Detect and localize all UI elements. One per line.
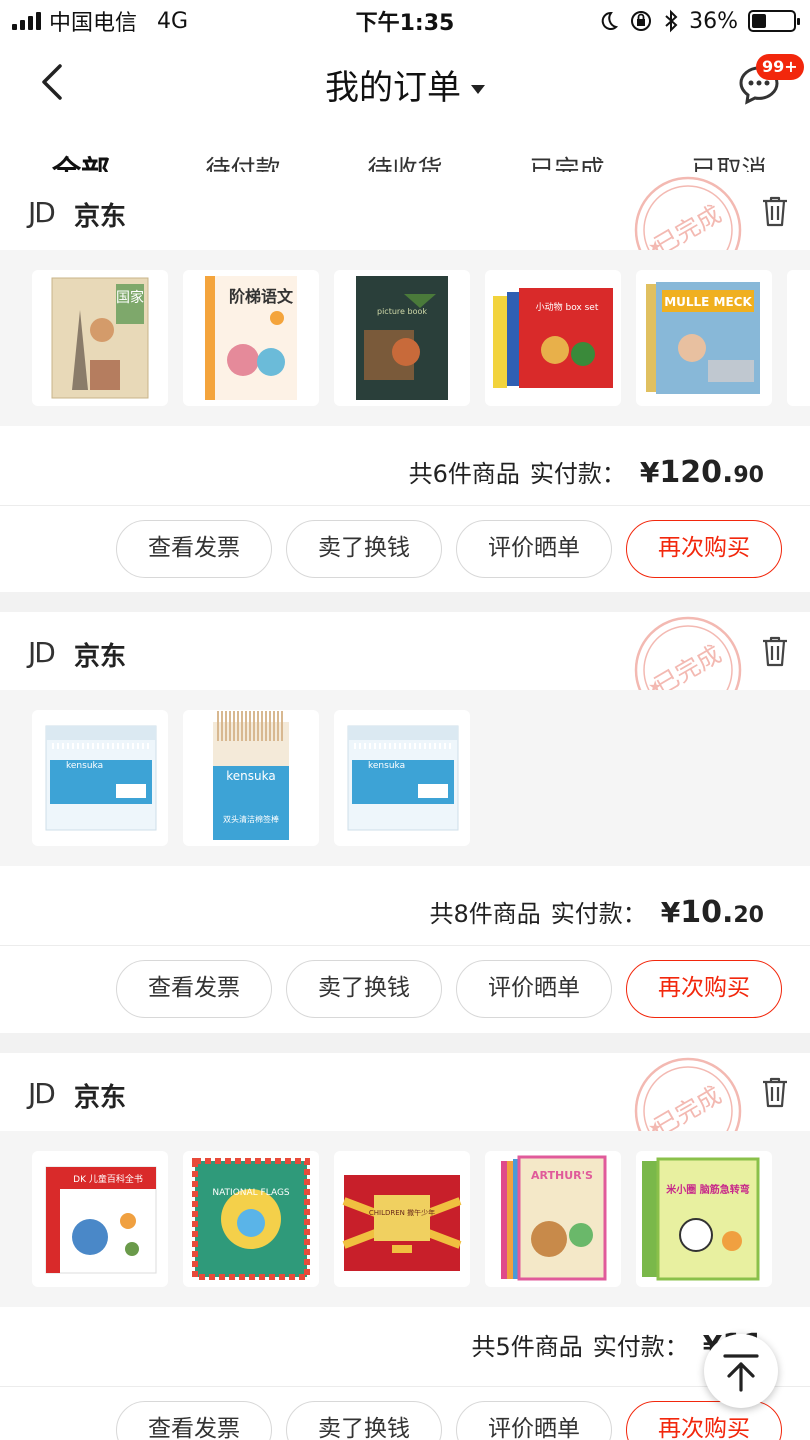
product-title: ARTHUR'S bbox=[531, 1169, 593, 1182]
divider bbox=[0, 505, 810, 506]
sell-for-cash-button[interactable]: 卖了换钱 bbox=[286, 1401, 442, 1440]
sell-for-cash-button[interactable]: 卖了换钱 bbox=[286, 520, 442, 578]
shop-name[interactable]: 京东 bbox=[74, 196, 126, 233]
product-title: 国家 bbox=[116, 289, 144, 306]
product-title: NATIONAL FLAGS bbox=[212, 1188, 290, 1198]
product-title: kensuka bbox=[66, 761, 103, 771]
message-badge: 99+ bbox=[756, 54, 804, 80]
product-thumb[interactable]: ARTHUR'S bbox=[485, 1151, 621, 1287]
order-summary: 共8件商品 实付款： ¥10.20 bbox=[429, 894, 764, 930]
product-thumb[interactable] bbox=[787, 270, 810, 406]
trash-icon[interactable] bbox=[760, 634, 790, 668]
review-button[interactable]: 评价晒单 bbox=[456, 960, 612, 1018]
product-thumb[interactable]: kensuka bbox=[32, 710, 168, 846]
product-title: 阶梯语文 bbox=[229, 287, 294, 306]
view-invoice-button[interactable]: 查看发票 bbox=[116, 1401, 272, 1440]
currency-symbol: ¥ bbox=[639, 456, 660, 489]
arrow-up-icon bbox=[723, 1354, 759, 1392]
product-title: kensuka bbox=[368, 761, 405, 771]
divider bbox=[0, 945, 810, 946]
product-strip[interactable]: DK 儿童百科全书 NATIONAL FLAGS CHILDREN 撒午少年 A… bbox=[0, 1131, 810, 1307]
status-bar: 中国电信 4G 下午1:35 36% bbox=[0, 0, 810, 42]
price-integer: 120. bbox=[659, 455, 734, 490]
product-title: 米小圈 脑筋急转弯 bbox=[666, 1183, 749, 1196]
order-card[interactable]: JD 京东 已完成 ★ kensuka kensuka 双头清洁棉签棒 kensu… bbox=[0, 612, 810, 1033]
jd-logo-icon: JD bbox=[28, 636, 56, 669]
product-thumb[interactable]: kensuka bbox=[334, 710, 470, 846]
caret-down-icon bbox=[471, 85, 485, 94]
sell-for-cash-button[interactable]: 卖了换钱 bbox=[286, 960, 442, 1018]
product-strip[interactable]: kensuka kensuka 双头清洁棉签棒 kensuka bbox=[0, 690, 810, 866]
network-label: 4G bbox=[157, 8, 189, 34]
divider bbox=[0, 1386, 810, 1387]
product-thumb[interactable]: picture book bbox=[334, 270, 470, 406]
buy-again-button[interactable]: 再次购买 bbox=[626, 960, 782, 1018]
item-count: 共5件商品 bbox=[471, 1333, 583, 1361]
order-header: JD 京东 已完成 ★ bbox=[0, 612, 810, 724]
product-thumb[interactable]: 小动物 box set bbox=[485, 270, 621, 406]
product-thumb[interactable]: kensuka 双头清洁棉签棒 bbox=[183, 710, 319, 846]
orders-page: 中国电信 4G 下午1:35 36% 我的订单 99+ 全部 待付款 待收货 已… bbox=[0, 0, 810, 1440]
paid-label: 实付款： bbox=[550, 900, 647, 928]
product-thumb[interactable]: MULLE MECK bbox=[636, 270, 772, 406]
review-button[interactable]: 评价晒单 bbox=[456, 1401, 612, 1440]
orientation-lock-icon bbox=[631, 11, 652, 31]
product-title: MULLE MECK bbox=[664, 295, 752, 309]
battery-percent: 36% bbox=[689, 8, 738, 34]
order-header: JD 京东 已完成 ★ bbox=[0, 1053, 810, 1165]
jd-logo-icon: JD bbox=[28, 196, 56, 229]
shop-name[interactable]: 京东 bbox=[74, 636, 126, 673]
product-title: CHILDREN 撒午少年 bbox=[369, 1208, 435, 1217]
product-thumb[interactable]: NATIONAL FLAGS bbox=[183, 1151, 319, 1287]
review-button[interactable]: 评价晒单 bbox=[456, 520, 612, 578]
product-title: DK 儿童百科全书 bbox=[73, 1173, 143, 1185]
product-thumb[interactable]: DK 儿童百科全书 bbox=[32, 1151, 168, 1287]
product-title: 小动物 box set bbox=[536, 301, 599, 313]
bluetooth-icon bbox=[665, 9, 678, 33]
carrier-label: 中国电信 bbox=[49, 11, 138, 36]
moon-icon bbox=[601, 11, 619, 30]
buy-again-button[interactable]: 再次购买 bbox=[626, 520, 782, 578]
item-count: 共8件商品 bbox=[429, 900, 541, 928]
battery-icon bbox=[748, 10, 800, 32]
back-to-top-button[interactable] bbox=[704, 1334, 778, 1408]
jd-logo-icon: JD bbox=[28, 1077, 56, 1110]
price-decimal: 20 bbox=[733, 903, 764, 928]
currency-symbol: ¥ bbox=[660, 896, 681, 929]
item-count: 共6件商品 bbox=[408, 460, 520, 488]
product-thumb[interactable]: 阶梯语文 bbox=[183, 270, 319, 406]
view-invoice-button[interactable]: 查看发票 bbox=[116, 960, 272, 1018]
page-title-dropdown[interactable]: 我的订单 bbox=[0, 60, 810, 109]
product-thumb[interactable]: 米小圈 脑筋急转弯 bbox=[636, 1151, 772, 1287]
order-card[interactable]: JD 京东 已完成 ★ DK 儿童百科全书 NATIONAL FLAGS CHI… bbox=[0, 1053, 810, 1440]
view-invoice-button[interactable]: 查看发票 bbox=[116, 520, 272, 578]
page-title: 我的订单 bbox=[325, 68, 461, 108]
product-title: kensuka bbox=[226, 769, 275, 783]
shop-name[interactable]: 京东 bbox=[74, 1077, 126, 1114]
trash-icon[interactable] bbox=[760, 194, 790, 228]
price-decimal: 90 bbox=[733, 463, 764, 488]
price-integer: 10. bbox=[680, 895, 734, 930]
svg-text:双头清洁棉签棒: 双头清洁棉签棒 bbox=[223, 814, 279, 824]
paid-label: 实付款： bbox=[592, 1333, 689, 1361]
product-thumb[interactable]: CHILDREN 撒午少年 bbox=[334, 1151, 470, 1287]
product-title: picture book bbox=[377, 307, 427, 316]
product-strip[interactable]: 国家 阶梯语文 picture book 小动物 box set MULLE M… bbox=[0, 250, 810, 426]
product-thumb[interactable]: 国家 bbox=[32, 270, 168, 406]
order-card[interactable]: JD 京东 已完成 ★ 国家 阶梯语文 picture book 小动物 box… bbox=[0, 172, 810, 592]
signal-icon bbox=[12, 12, 41, 30]
trash-icon[interactable] bbox=[760, 1075, 790, 1109]
nav-bar: 我的订单 99+ bbox=[0, 42, 810, 122]
paid-label: 实付款： bbox=[529, 460, 626, 488]
order-summary: 共6件商品 实付款： ¥120.90 bbox=[409, 454, 764, 490]
order-header: JD 京东 已完成 ★ bbox=[0, 172, 810, 284]
